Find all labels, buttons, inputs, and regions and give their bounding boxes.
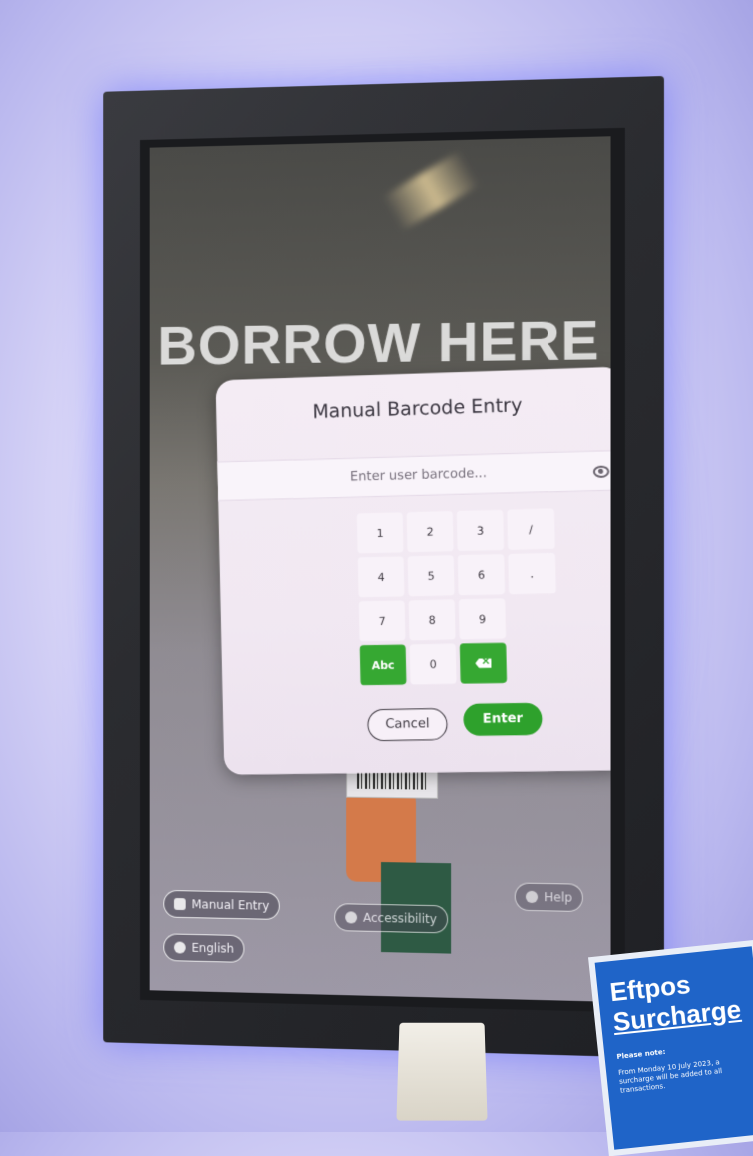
ceiling-reflection — [382, 150, 481, 232]
accessibility-button[interactable]: Accessibility — [334, 903, 448, 934]
backspace-icon — [475, 658, 491, 668]
key-5[interactable]: 5 — [407, 555, 455, 597]
key-1[interactable]: 1 — [356, 512, 404, 554]
eftpos-surcharge-sign: Eftpos Surcharge Please note: From Monda… — [588, 939, 753, 1156]
cancel-button[interactable]: Cancel — [367, 707, 448, 742]
key-slash[interactable]: / — [507, 508, 555, 550]
key-2[interactable]: 2 — [406, 511, 454, 553]
key-blank — [509, 597, 557, 638]
card-reader-pad — [396, 1022, 488, 1121]
key-6[interactable]: 6 — [457, 554, 506, 596]
kiosk-monitor-frame: BORROW HERE Manual Barcode Entry Enter u… — [103, 75, 664, 1059]
key-period[interactable]: . — [508, 552, 556, 595]
show-hide-eye-icon[interactable] — [592, 465, 610, 479]
key-3[interactable]: 3 — [456, 509, 505, 552]
language-label: English — [191, 940, 234, 956]
bezel: BORROW HERE Manual Barcode Entry Enter u… — [139, 127, 625, 1013]
language-button[interactable]: English — [163, 933, 245, 963]
key-abc-toggle[interactable]: Abc — [359, 644, 407, 686]
manual-barcode-dialog: Manual Barcode Entry Enter user barcode.… — [215, 366, 611, 775]
manual-entry-button[interactable]: Manual Entry — [163, 889, 281, 920]
key-8[interactable]: 8 — [408, 599, 456, 641]
sign-title: Eftpos Surcharge — [608, 963, 748, 1037]
dialog-title: Manual Barcode Entry — [312, 394, 523, 423]
key-0[interactable]: 0 — [409, 643, 457, 685]
accessibility-icon — [345, 911, 358, 924]
sign-body-text: From Monday 10 July 2023, a surcharge wi… — [617, 1058, 723, 1095]
numeric-keypad: 1 2 3 / 4 5 6 . 7 8 9 Abc 0 — [356, 508, 562, 686]
help-button[interactable]: Help — [514, 882, 584, 913]
enter-button[interactable]: Enter — [463, 702, 543, 736]
key-9[interactable]: 9 — [458, 598, 507, 640]
globe-icon — [173, 941, 186, 954]
accessibility-label: Accessibility — [363, 910, 437, 927]
key-blank-2 — [510, 642, 558, 683]
kiosk-screen: BORROW HERE Manual Barcode Entry Enter u… — [149, 136, 611, 1002]
manual-entry-label: Manual Entry — [191, 897, 270, 913]
barcode-input-placeholder: Enter user barcode... — [349, 465, 488, 485]
help-icon — [525, 890, 539, 904]
key-7[interactable]: 7 — [358, 600, 406, 642]
barcode-input[interactable]: Enter user barcode... — [217, 449, 611, 502]
key-4[interactable]: 4 — [357, 556, 405, 598]
key-backspace[interactable] — [459, 642, 508, 684]
borrow-here-headline: BORROW HERE — [157, 307, 600, 377]
help-label: Help — [544, 890, 573, 905]
keyboard-icon — [173, 897, 186, 911]
